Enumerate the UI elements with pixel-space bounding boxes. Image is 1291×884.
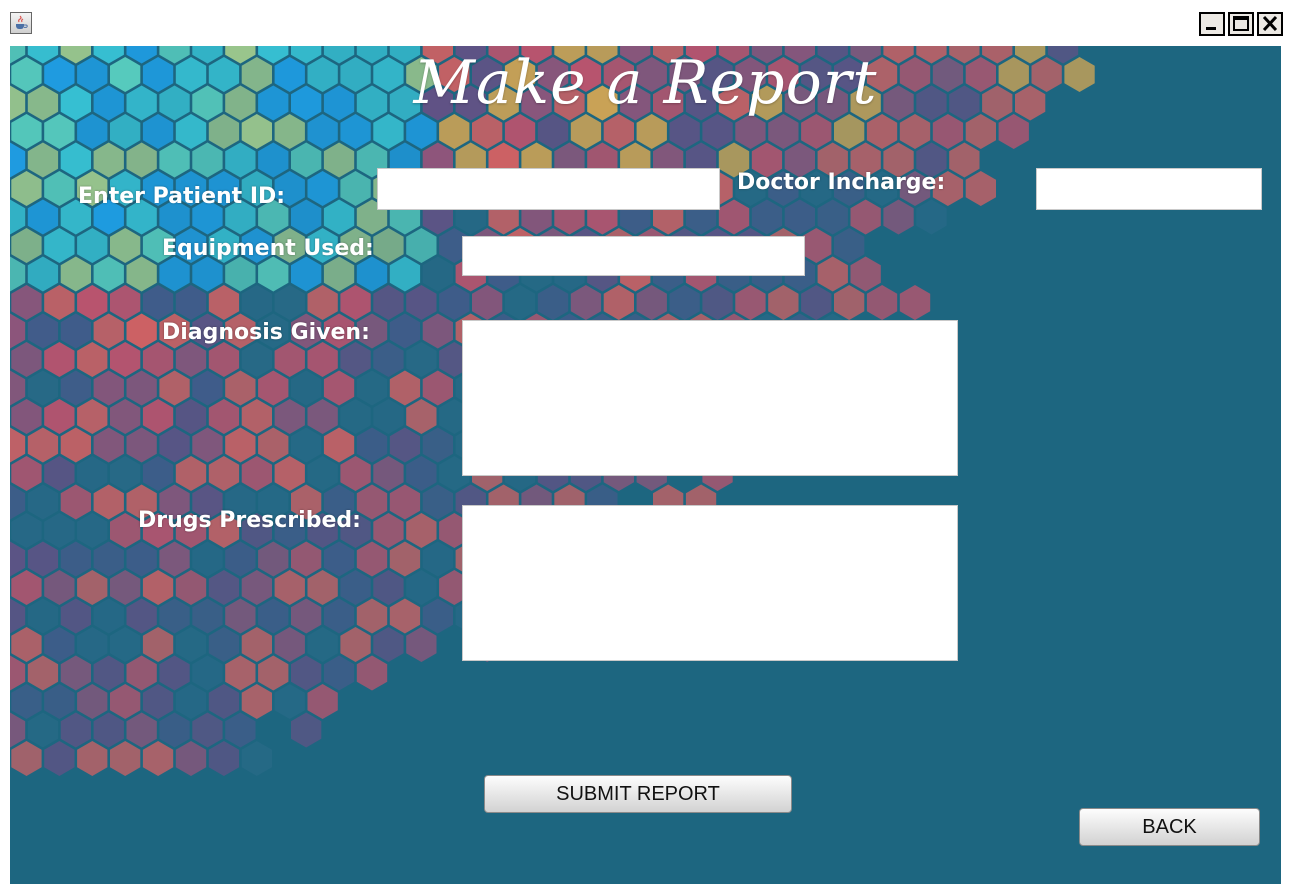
maximize-button[interactable]: [1228, 12, 1254, 36]
submit-report-button[interactable]: SUBMIT REPORT: [484, 775, 792, 813]
drugs-prescribed-label: Drugs Prescribed:: [138, 508, 361, 533]
doctor-incharge-input[interactable]: [1036, 168, 1262, 210]
back-button[interactable]: BACK: [1079, 808, 1260, 846]
java-cup-icon[interactable]: [10, 12, 32, 34]
page-title: Make a Report: [413, 48, 878, 118]
diagnosis-given-label: Diagnosis Given:: [162, 320, 370, 345]
minimize-button[interactable]: [1199, 12, 1225, 36]
maximize-icon: [1233, 16, 1249, 31]
equipment-used-input[interactable]: [462, 236, 805, 276]
patient-id-input[interactable]: [377, 168, 720, 210]
equipment-used-label: Equipment Used:: [162, 236, 374, 261]
window-controls: [1199, 12, 1283, 36]
report-panel: Make a Report Enter Patient ID: Doctor I…: [10, 46, 1281, 884]
drugs-prescribed-textarea[interactable]: [462, 505, 958, 661]
minimize-icon: [1206, 27, 1216, 30]
window-titlebar: [0, 0, 1291, 46]
close-button[interactable]: [1257, 12, 1283, 36]
close-icon: [1262, 15, 1278, 32]
doctor-incharge-label: Doctor Incharge:: [737, 170, 946, 195]
patient-id-label: Enter Patient ID:: [78, 184, 286, 209]
diagnosis-given-textarea[interactable]: [462, 320, 958, 476]
